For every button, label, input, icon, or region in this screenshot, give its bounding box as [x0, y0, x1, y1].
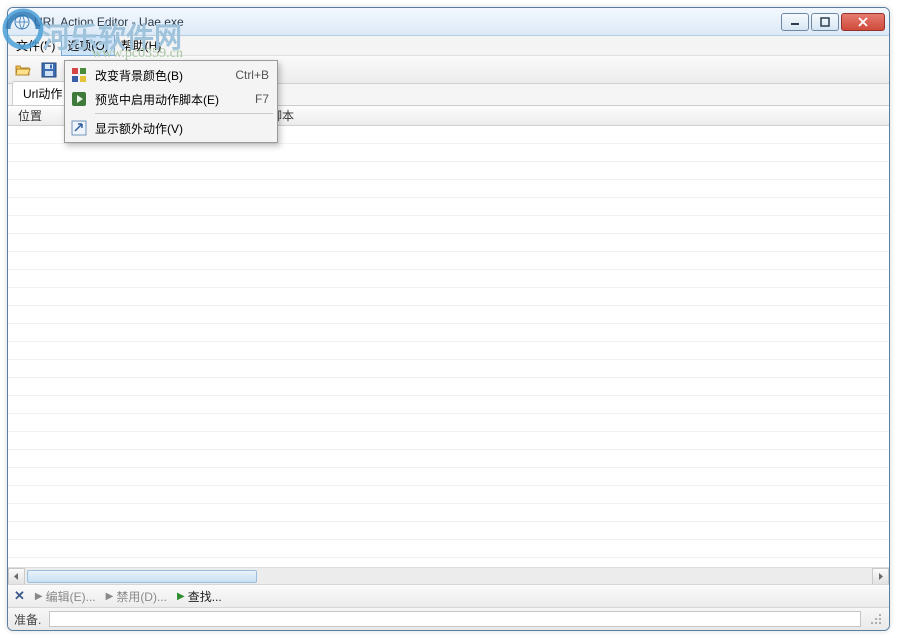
scroll-left-button[interactable] [8, 568, 25, 585]
status-text: 准备. [14, 611, 41, 628]
scroll-thumb[interactable] [27, 570, 257, 583]
action-strip: ✕ ▶编辑(E)... ▶禁用(D)... ▶查找... [8, 584, 889, 608]
floppy-save-icon [40, 61, 58, 79]
triangle-icon: ▶ [35, 591, 43, 602]
horizontal-scrollbar[interactable] [8, 567, 889, 584]
edit-action-label: 编辑(E)... [46, 588, 96, 605]
scroll-track[interactable] [25, 568, 872, 585]
open-button[interactable] [12, 59, 34, 81]
window-title: URL Action Editor - Uae.exe [34, 15, 781, 29]
menuitem-label: 显示额外动作(V) [95, 120, 269, 137]
menuitem-shortcut: F7 [255, 92, 269, 106]
menu-options[interactable]: 选项(O) [61, 35, 114, 56]
menu-file[interactable]: 文件(F) [10, 35, 61, 56]
menuitem-label: 改变背景颜色(B) [95, 67, 223, 84]
edit-action-button[interactable]: ▶编辑(E)... [35, 588, 96, 605]
save-button[interactable] [38, 59, 60, 81]
menuitem-label: 预览中启用动作脚本(E) [95, 91, 243, 108]
color-grid-icon [69, 65, 89, 85]
menuitem-shortcut: Ctrl+B [235, 68, 269, 82]
titlebar: URL Action Editor - Uae.exe [8, 8, 889, 36]
close-panel-icon[interactable]: ✕ [14, 588, 25, 604]
find-action-label: 查找... [188, 588, 222, 605]
app-icon [14, 14, 30, 30]
maximize-button[interactable] [811, 13, 839, 31]
resize-grip-icon[interactable] [869, 612, 883, 626]
menu-separator [95, 113, 273, 114]
triangle-icon: ▶ [106, 591, 114, 602]
close-button[interactable] [841, 13, 885, 31]
minimize-button[interactable] [781, 13, 809, 31]
options-dropdown: 改变背景颜色(B) Ctrl+B 预览中启用动作脚本(E) F7 显示额外动作(… [64, 60, 278, 143]
play-box-icon [69, 89, 89, 109]
scroll-right-button[interactable] [872, 568, 889, 585]
find-action-button[interactable]: ▶查找... [177, 588, 222, 605]
triangle-green-icon: ▶ [177, 591, 185, 602]
menuitem-enable-preview-script[interactable]: 预览中启用动作脚本(E) F7 [67, 87, 275, 111]
arrow-box-icon [69, 118, 89, 138]
disable-action-label: 禁用(D)... [116, 588, 167, 605]
folder-open-icon [14, 61, 32, 79]
menuitem-show-extra-actions[interactable]: 显示额外动作(V) [67, 116, 275, 140]
disable-action-button[interactable]: ▶禁用(D)... [106, 588, 167, 605]
list-content[interactable] [8, 126, 889, 567]
menubar: 文件(F) 选项(O) 帮助(H) [8, 36, 889, 56]
menuitem-change-bg-color[interactable]: 改变背景颜色(B) Ctrl+B [67, 63, 275, 87]
statusbar: 准备. [8, 608, 889, 630]
menu-help[interactable]: 帮助(H) [115, 35, 168, 56]
status-field [49, 611, 861, 627]
